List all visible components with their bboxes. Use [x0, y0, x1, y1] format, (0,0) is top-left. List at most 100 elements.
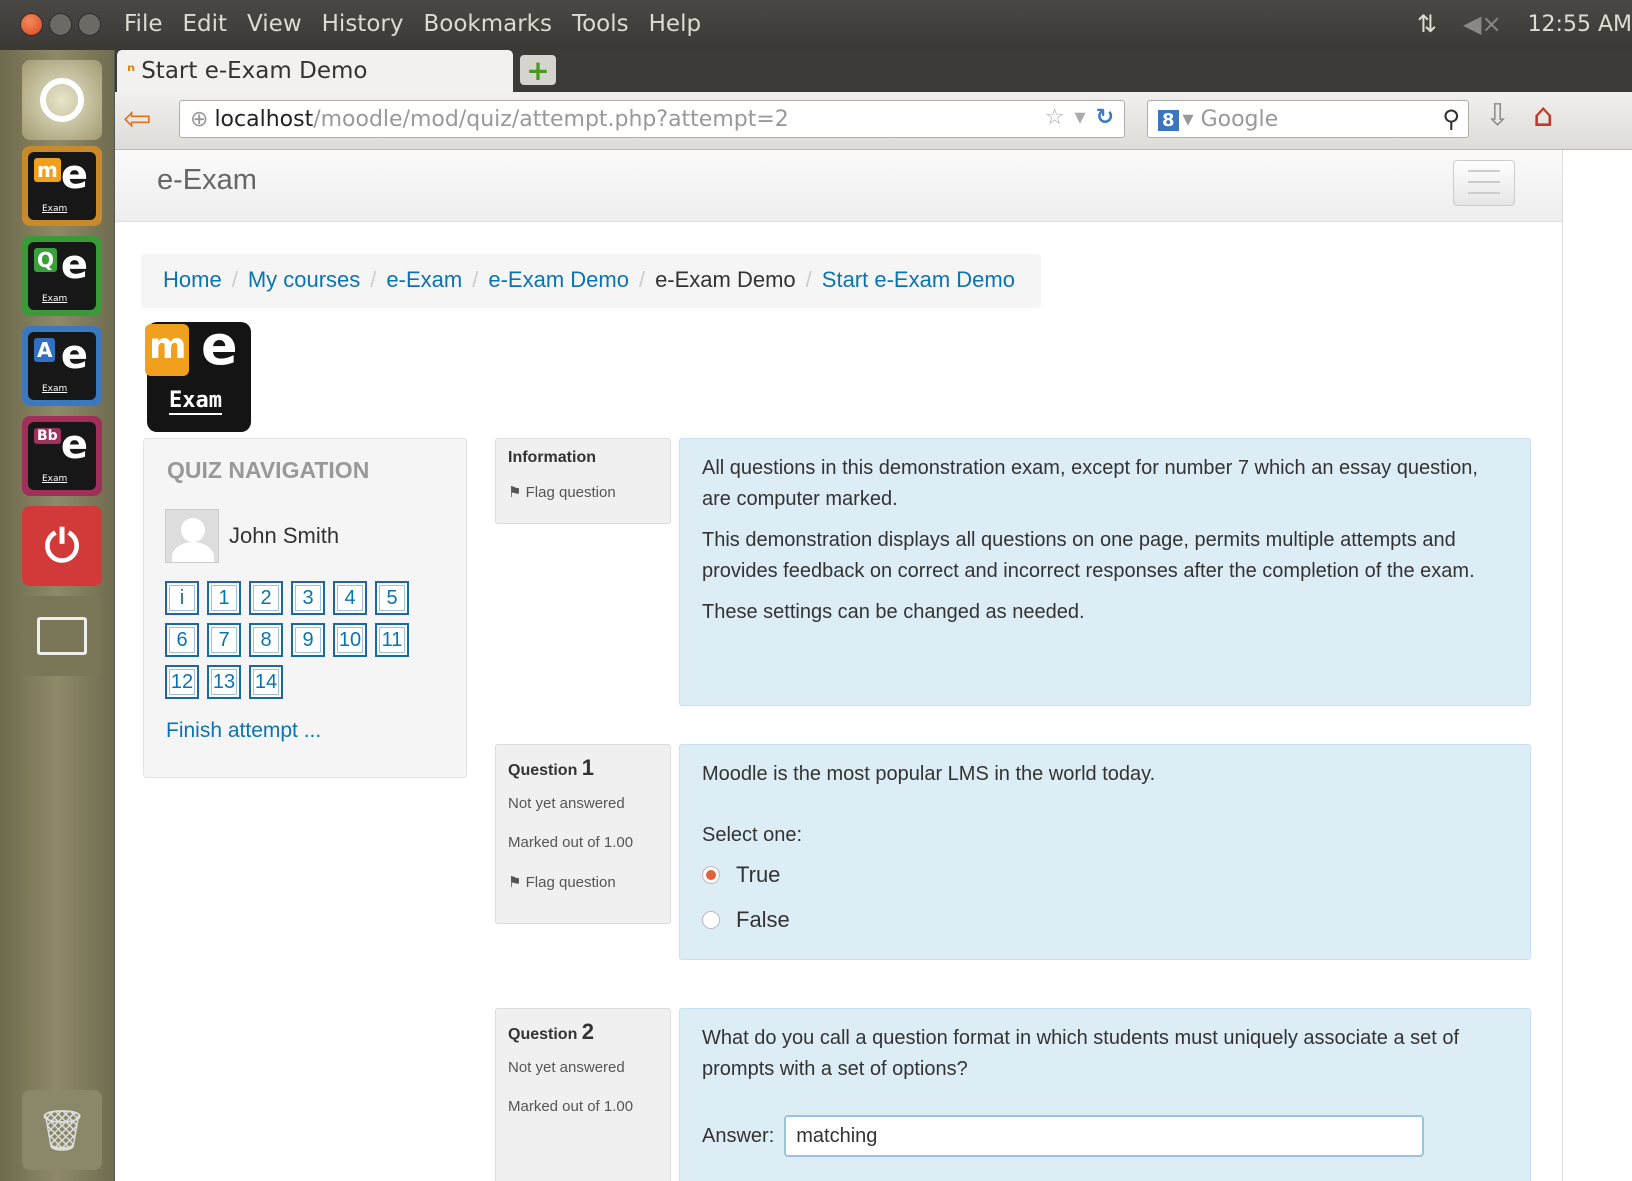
launcher-app-qexam[interactable]: Q e Exam: [22, 236, 102, 316]
menu-edit[interactable]: Edit: [183, 11, 228, 37]
menu-view[interactable]: View: [247, 11, 302, 37]
nav-toggle-button[interactable]: [1453, 160, 1515, 206]
back-arrow-icon[interactable]: ⇦: [123, 102, 152, 136]
question-nav-button[interactable]: 10: [333, 623, 367, 657]
search-engine-dropdown-icon[interactable]: ▾: [1183, 107, 1201, 132]
question-nav-button[interactable]: 8: [249, 623, 283, 657]
launcher-workspace-button[interactable]: [22, 596, 102, 676]
question-1-marks: Marked out of 1.00: [508, 834, 634, 851]
network-icon[interactable]: ⇅: [1417, 10, 1437, 38]
option-false[interactable]: False: [702, 904, 1508, 935]
tab-active[interactable]: ⁿ Start e-Exam Demo: [117, 50, 513, 92]
search-bar[interactable]: 8 ▾ Google ⚲: [1147, 100, 1469, 138]
google-engine-icon[interactable]: 8: [1158, 110, 1179, 131]
user-name: John Smith: [229, 523, 340, 548]
launcher-app-badge: m: [34, 158, 61, 182]
breadcrumb-e-exam-demo[interactable]: e-Exam Demo: [488, 267, 629, 295]
question-2-title: Question 2: [508, 1019, 658, 1045]
question-nav-button[interactable]: i: [165, 581, 199, 615]
option-false-radio[interactable]: [702, 910, 720, 929]
bookmark-star-icon[interactable]: ☆: [1045, 105, 1065, 130]
information-info-panel: Information ⚑ Flag question: [495, 438, 671, 524]
question-nav-button[interactable]: 5: [375, 581, 409, 615]
clock[interactable]: 12:55 AM: [1528, 12, 1632, 37]
url-bar[interactable]: ⊕ localhost/moodle/mod/quiz/attempt.php?a…: [179, 100, 1125, 138]
launcher-shutdown-button[interactable]: ⏻: [22, 506, 102, 586]
close-window-button[interactable]: [20, 13, 43, 36]
launcher-app-badge: A: [34, 338, 56, 362]
question-nav-button[interactable]: 4: [333, 581, 367, 615]
breadcrumb-my-courses[interactable]: My courses: [248, 267, 360, 295]
question-nav-button[interactable]: 14: [249, 665, 283, 699]
launcher-app-mexam[interactable]: m e Exam: [22, 146, 102, 226]
quiz-navigation-block: QUIZ NAVIGATION John Smith i 1 2 3 4 5 6…: [143, 438, 467, 778]
launcher-app-aexam[interactable]: A e Exam: [22, 326, 102, 406]
menu-tools[interactable]: Tools: [572, 11, 629, 37]
question-nav-button[interactable]: 13: [207, 665, 241, 699]
page-scrollbar[interactable]: [1562, 150, 1632, 1181]
breadcrumb-start-exam[interactable]: Start e-Exam Demo: [822, 267, 1015, 295]
question-2-label: Question: [508, 1026, 578, 1043]
launcher-trash-button[interactable]: 🗑: [22, 1090, 102, 1170]
aexam-app-icon: A e Exam: [28, 332, 96, 400]
breadcrumb-home[interactable]: Home: [163, 267, 222, 295]
url-path: /moodle/mod/quiz/attempt.php?attempt=2: [313, 107, 789, 132]
option-true-radio[interactable]: [702, 865, 720, 884]
volume-muted-icon[interactable]: ◀×: [1463, 10, 1502, 38]
navigation-toolbar: ⇦ ⊕ localhost/moodle/mod/quiz/attempt.php…: [115, 92, 1632, 150]
breadcrumb: Home / My courses / e-Exam / e-Exam Demo / e…: [141, 254, 1041, 308]
information-paragraph: This demonstration displays all question…: [702, 529, 1475, 582]
minimize-window-button[interactable]: [49, 13, 72, 36]
trash-icon: 🗑: [36, 1107, 88, 1154]
finish-attempt-link[interactable]: Finish attempt ...: [166, 719, 321, 743]
flag-question-link[interactable]: ⚑ Flag question: [508, 483, 658, 501]
url-host: localhost: [214, 107, 314, 132]
moodle-m-icon: m: [145, 324, 189, 376]
question-nav-button[interactable]: 12: [165, 665, 199, 699]
question-nav-button[interactable]: 3: [291, 581, 325, 615]
menu-bookmarks[interactable]: Bookmarks: [423, 11, 552, 37]
question-nav-button[interactable]: 11: [375, 623, 409, 657]
question-nav-button[interactable]: 2: [249, 581, 283, 615]
site-name[interactable]: e-Exam: [157, 164, 257, 197]
menu-history[interactable]: History: [322, 11, 404, 37]
question-2-content: What do you call a question format in wh…: [679, 1008, 1531, 1181]
mexam-app-icon: m e Exam: [28, 152, 96, 220]
flag-label: Flag question: [525, 874, 616, 891]
maximize-window-button[interactable]: [78, 13, 101, 36]
answer-input[interactable]: [784, 1115, 1425, 1157]
question-1-text: Moodle is the most popular LMS in the wo…: [702, 763, 1156, 785]
tab-strip: ⁿ Start e-Exam Demo +: [115, 50, 1632, 92]
information-content: All questions in this demonstration exam…: [679, 438, 1531, 706]
question-1-flag-link[interactable]: ⚑ Flag question: [508, 873, 658, 891]
launcher-app-label: Exam: [42, 204, 68, 214]
launcher-app-bbexam[interactable]: Bb e Exam: [22, 416, 102, 496]
question-1-number: 1: [581, 755, 595, 780]
menu-help[interactable]: Help: [649, 11, 701, 37]
window-controls: [20, 13, 101, 36]
question-nav-button[interactable]: 6: [165, 623, 199, 657]
search-icon[interactable]: ⚲: [1442, 105, 1460, 133]
reload-icon[interactable]: ↻: [1096, 105, 1114, 130]
flag-label: Flag question: [525, 484, 616, 501]
dash-home-button[interactable]: [22, 60, 102, 140]
question-2-text: What do you call a question format in wh…: [702, 1027, 1460, 1080]
option-true[interactable]: True: [702, 859, 1508, 890]
question-nav-button[interactable]: 7: [207, 623, 241, 657]
tab-title: Start e-Exam Demo: [141, 58, 368, 84]
breadcrumb-current-section: e-Exam Demo: [655, 267, 796, 292]
home-icon[interactable]: ⌂: [1533, 96, 1553, 134]
flag-icon: ⚑: [508, 484, 526, 501]
avatar[interactable]: [165, 509, 219, 563]
question-nav-button[interactable]: 9: [291, 623, 325, 657]
question-nav-button[interactable]: 1: [207, 581, 241, 615]
menu-file[interactable]: File: [124, 11, 163, 37]
answer-label: Answer:: [702, 1124, 775, 1147]
breadcrumb-e-exam[interactable]: e-Exam: [386, 267, 462, 295]
new-tab-button[interactable]: +: [520, 54, 556, 87]
downloads-icon[interactable]: ⇩: [1485, 98, 1510, 133]
question-1-content: Moodle is the most popular LMS in the wo…: [679, 744, 1531, 960]
dropdown-icon[interactable]: ▾: [1075, 105, 1086, 130]
globe-icon: ⊕: [190, 107, 209, 132]
launcher-app-label: Exam: [42, 474, 68, 484]
